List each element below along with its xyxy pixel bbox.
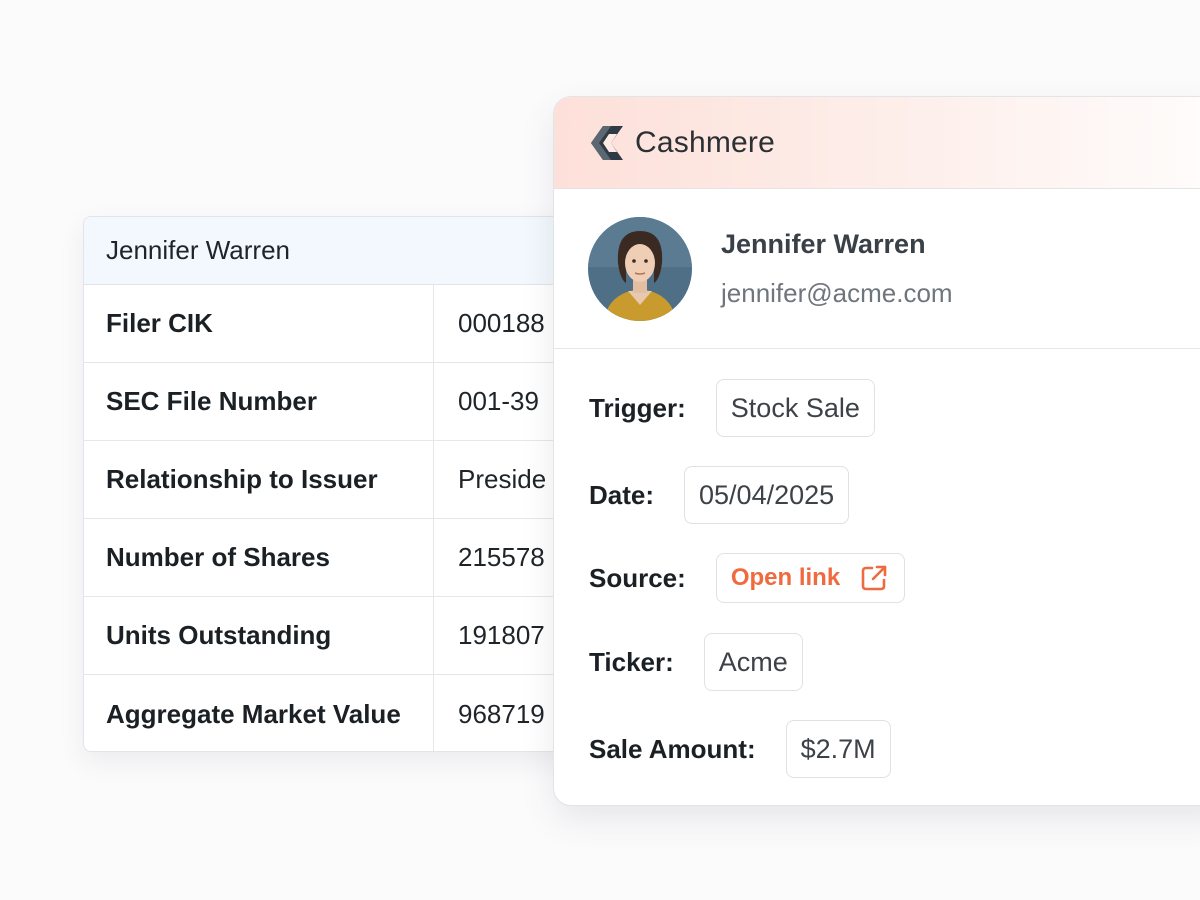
open-link-button[interactable]: Open link (715, 553, 906, 603)
row-label-relationship: Relationship to Issuer (84, 441, 434, 518)
alert-card-header: Cashmere (554, 97, 1200, 189)
open-link-label: Open link (730, 564, 841, 591)
external-link-icon (861, 565, 887, 591)
source-label: Source: (589, 562, 686, 593)
row-label-number-of-shares: Number of Shares (84, 519, 434, 596)
stage: Jennifer Warren Filer CIK 000188 SEC Fil… (0, 0, 1200, 900)
sale-amount-value-chip: $2.7M (785, 720, 891, 778)
row-label-aggregate-market-value: Aggregate Market Value (84, 675, 434, 751)
row-label-units-outstanding: Units Outstanding (84, 597, 434, 674)
trigger-value-chip: Stock Sale (715, 379, 875, 437)
ticker-value-chip: Acme (703, 633, 803, 691)
table-row: SEC File Number 001-39 (84, 363, 622, 441)
table-row: Units Outstanding 191807 (84, 597, 622, 675)
filing-details-card: Jennifer Warren Filer CIK 000188 SEC Fil… (83, 216, 623, 752)
field-trigger: Trigger: Stock Sale (589, 379, 875, 437)
field-date: Date: 05/04/2025 (589, 466, 850, 524)
cashmere-logo-icon (591, 125, 623, 160)
profile-name: Jennifer Warren (721, 228, 926, 259)
profile-text: Jennifer Warren jennifer@acme.com (721, 229, 953, 309)
profile-section: Jennifer Warren jennifer@acme.com (554, 189, 1200, 349)
table-row: Relationship to Issuer Preside (84, 441, 622, 519)
date-label: Date: (589, 479, 655, 510)
ticker-label: Ticker: (589, 646, 674, 677)
field-sale-amount: Sale Amount: $2.7M (589, 720, 891, 778)
filing-card-header: Jennifer Warren (84, 217, 622, 285)
field-source: Source: Open link (589, 553, 906, 603)
row-label-filer-cik: Filer CIK (84, 285, 434, 362)
trigger-label: Trigger: (589, 392, 686, 423)
avatar-photo (588, 216, 692, 321)
table-row: Aggregate Market Value 968719 (84, 675, 622, 751)
table-row: Filer CIK 000188 (84, 285, 622, 363)
field-ticker: Ticker: Acme (589, 633, 803, 691)
brand-name: Cashmere (635, 125, 775, 159)
profile-email: jennifer@acme.com (721, 277, 953, 308)
table-row: Number of Shares 215578 (84, 519, 622, 597)
date-value-chip: 05/04/2025 (684, 466, 850, 524)
insider-alert-card: Cashmere Jennifer Warren jennifer@acme.c… (553, 96, 1200, 806)
row-label-sec-file-number: SEC File Number (84, 363, 434, 440)
avatar (588, 216, 692, 321)
sale-amount-label: Sale Amount: (589, 733, 756, 764)
